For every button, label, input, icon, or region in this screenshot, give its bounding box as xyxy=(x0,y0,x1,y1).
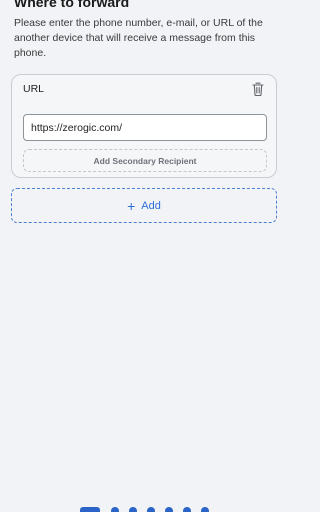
page-dot xyxy=(147,507,155,512)
url-input[interactable] xyxy=(23,114,267,141)
page-dot xyxy=(129,507,137,512)
plus-icon: + xyxy=(127,197,136,214)
page-dot xyxy=(111,507,119,512)
forwarding-screen: Where to forward Please enter the phone … xyxy=(0,0,288,512)
page-title: Where to forward xyxy=(14,0,130,10)
recipient-type-label: URL xyxy=(23,83,45,95)
add-recipient-label: Add xyxy=(141,199,161,212)
page-dot xyxy=(165,507,173,512)
page-dot xyxy=(183,507,191,512)
delete-recipient-button[interactable] xyxy=(252,82,264,97)
page-dot-active xyxy=(80,507,100,512)
page-indicator xyxy=(0,504,288,512)
trash-icon xyxy=(252,82,264,97)
add-recipient-button[interactable]: + Add xyxy=(11,188,277,223)
add-secondary-recipient-button[interactable]: Add Secondary Recipient xyxy=(23,149,267,172)
page-dot xyxy=(201,507,209,512)
recipient-card: URL Add Secondary Recipient xyxy=(11,74,277,178)
instructions-text: Please enter the phone number, e-mail, o… xyxy=(14,17,263,59)
add-secondary-recipient-label: Add Secondary Recipient xyxy=(93,155,197,166)
